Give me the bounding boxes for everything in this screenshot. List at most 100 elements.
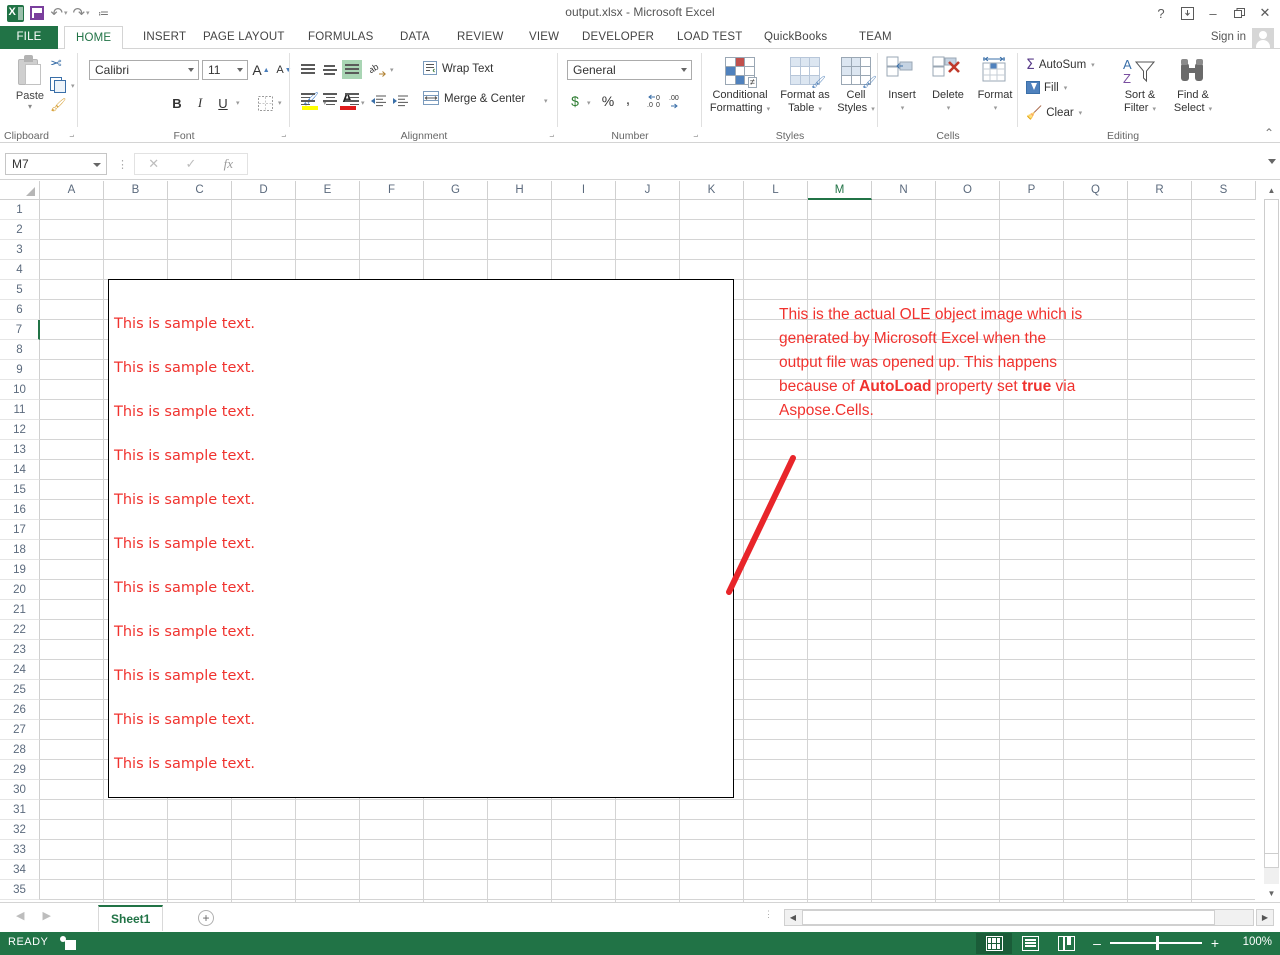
vertical-scrollbar[interactable]: ▲ ▼ xyxy=(1263,181,1280,902)
align-bottom-icon[interactable] xyxy=(342,60,362,79)
scroll-right-icon[interactable]: ▶ xyxy=(1256,909,1274,926)
column-header-E[interactable]: E xyxy=(296,181,360,200)
row-header-13[interactable]: 13 xyxy=(0,440,40,460)
row-header-23[interactable]: 23 xyxy=(0,640,40,660)
row-header-34[interactable]: 34 xyxy=(0,860,40,880)
column-header-Q[interactable]: Q xyxy=(1064,181,1128,200)
zoom-in-button[interactable]: + xyxy=(1208,936,1222,950)
tab-developer[interactable]: DEVELOPER xyxy=(571,26,665,49)
close-icon[interactable]: ✕ xyxy=(1252,2,1278,24)
tab-file[interactable]: FILE xyxy=(0,26,58,49)
clipboard-dialog-launcher[interactable] xyxy=(65,132,74,141)
number-format-select[interactable]: General xyxy=(567,60,692,80)
scroll-left-icon[interactable]: ◀ xyxy=(785,910,801,925)
fill-dropdown-icon[interactable]: ▾ xyxy=(1064,84,1068,92)
row-header-25[interactable]: 25 xyxy=(0,680,40,700)
row-header-24[interactable]: 24 xyxy=(0,660,40,680)
cf-dropdown-icon[interactable]: ▾ xyxy=(767,106,771,113)
insert-function-icon[interactable]: fx xyxy=(210,154,247,174)
row-header-29[interactable]: 29 xyxy=(0,760,40,780)
decrease-decimal-icon[interactable]: .00 xyxy=(668,92,688,110)
row-header-10[interactable]: 10 xyxy=(0,380,40,400)
column-header-J[interactable]: J xyxy=(616,181,680,200)
scroll-up-icon[interactable]: ▲ xyxy=(1264,182,1279,198)
orientation-dropdown-icon[interactable]: ▾ xyxy=(390,66,394,74)
cell-styles-button[interactable]: 🖌 Cell Styles ▾ xyxy=(834,53,878,116)
increase-indent-icon[interactable] xyxy=(390,91,410,111)
autosum-dropdown-icon[interactable]: ▾ xyxy=(1091,61,1095,69)
align-right-icon[interactable] xyxy=(342,91,362,110)
row-header-8[interactable]: 8 xyxy=(0,340,40,360)
account-avatar-icon[interactable] xyxy=(1252,28,1274,48)
row-header-30[interactable]: 30 xyxy=(0,780,40,800)
row-header-5[interactable]: 5 xyxy=(0,280,40,300)
cell-styles-dropdown-icon[interactable]: ▾ xyxy=(871,106,875,113)
row-header-17[interactable]: 17 xyxy=(0,520,40,540)
formula-input[interactable] xyxy=(250,153,1258,175)
align-top-icon[interactable] xyxy=(298,61,318,80)
row-header-26[interactable]: 26 xyxy=(0,700,40,720)
format-as-table-dropdown-icon[interactable]: ▾ xyxy=(818,106,822,113)
column-header-S[interactable]: S xyxy=(1192,181,1256,200)
tab-quickbooks[interactable]: QuickBooks xyxy=(753,26,838,49)
insert-cells-button[interactable]: Insert ▾ xyxy=(880,53,924,115)
column-header-H[interactable]: H xyxy=(488,181,552,200)
column-header-R[interactable]: R xyxy=(1128,181,1192,200)
underline-dropdown-icon[interactable]: ▾ xyxy=(236,99,240,107)
row-header-27[interactable]: 27 xyxy=(0,720,40,740)
restore-icon[interactable] xyxy=(1226,2,1252,24)
row-header-12[interactable]: 12 xyxy=(0,420,40,440)
clear-dropdown-icon[interactable]: ▾ xyxy=(1079,109,1083,117)
row-header-28[interactable]: 28 xyxy=(0,740,40,760)
row-header-3[interactable]: 3 xyxy=(0,240,40,260)
column-header-G[interactable]: G xyxy=(424,181,488,200)
help-icon[interactable]: ? xyxy=(1148,2,1174,24)
add-sheet-icon[interactable]: + xyxy=(198,910,214,926)
alignment-dialog-launcher[interactable] xyxy=(545,132,554,141)
column-header-I[interactable]: I xyxy=(552,181,616,200)
sort-filter-button[interactable]: A Z Sort & Filter ▾ xyxy=(1114,53,1166,116)
bold-button[interactable]: B xyxy=(167,93,187,113)
vertical-scroll-thumb[interactable] xyxy=(1264,199,1279,854)
row-header-20[interactable]: 20 xyxy=(0,580,40,600)
row-header-16[interactable]: 16 xyxy=(0,500,40,520)
name-box[interactable]: M7 xyxy=(5,153,107,175)
cut-icon[interactable]: ✂ xyxy=(50,55,62,72)
column-header-M[interactable]: M xyxy=(808,181,872,200)
sheet-bar-split-grip[interactable]: ⋮ xyxy=(764,910,773,919)
column-header-C[interactable]: C xyxy=(168,181,232,200)
scroll-down-icon[interactable]: ▼ xyxy=(1264,885,1279,901)
row-header-14[interactable]: 14 xyxy=(0,460,40,480)
number-dialog-launcher[interactable] xyxy=(689,132,698,141)
paste-dropdown-icon[interactable]: ▾ xyxy=(8,102,52,111)
underline-button[interactable]: U xyxy=(213,93,233,113)
tab-insert[interactable]: INSERT xyxy=(132,26,197,49)
horizontal-scrollbar[interactable]: ◀ xyxy=(784,909,1254,926)
sort-filter-dropdown-icon[interactable]: ▾ xyxy=(1153,106,1157,113)
copy-dropdown-icon[interactable]: ▾ xyxy=(71,82,75,90)
format-dropdown-icon[interactable]: ▾ xyxy=(973,102,1018,115)
row-header-22[interactable]: 22 xyxy=(0,620,40,640)
row-header-2[interactable]: 2 xyxy=(0,220,40,240)
page-layout-view-icon[interactable] xyxy=(1012,933,1048,954)
format-painter-icon[interactable]: 🖌 xyxy=(50,97,67,113)
tab-data[interactable]: DATA xyxy=(389,26,441,49)
sign-in-link[interactable]: Sign in xyxy=(1211,26,1246,49)
zoom-slider-track[interactable] xyxy=(1110,935,1202,951)
sheet-tab-sheet1[interactable]: Sheet1 xyxy=(98,905,164,931)
accounting-format-icon[interactable]: $ xyxy=(568,92,582,110)
fill-button[interactable]: Fill ▾ xyxy=(1026,81,1067,94)
align-center-icon[interactable] xyxy=(320,91,340,110)
tab-team[interactable]: TEAM xyxy=(848,26,903,49)
row-header-35[interactable]: 35 xyxy=(0,880,40,900)
ribbon-display-options-icon[interactable] xyxy=(1174,2,1200,24)
column-header-O[interactable]: O xyxy=(936,181,1000,200)
column-header-B[interactable]: B xyxy=(104,181,168,200)
record-macro-icon[interactable] xyxy=(60,936,76,950)
column-header-F[interactable]: F xyxy=(360,181,424,200)
insert-dropdown-icon[interactable]: ▾ xyxy=(881,102,924,115)
delete-cells-button[interactable]: Delete ▾ xyxy=(925,53,971,115)
font-dialog-launcher[interactable] xyxy=(277,132,286,141)
align-left-icon[interactable] xyxy=(298,91,318,110)
decrease-indent-icon[interactable] xyxy=(368,91,388,111)
